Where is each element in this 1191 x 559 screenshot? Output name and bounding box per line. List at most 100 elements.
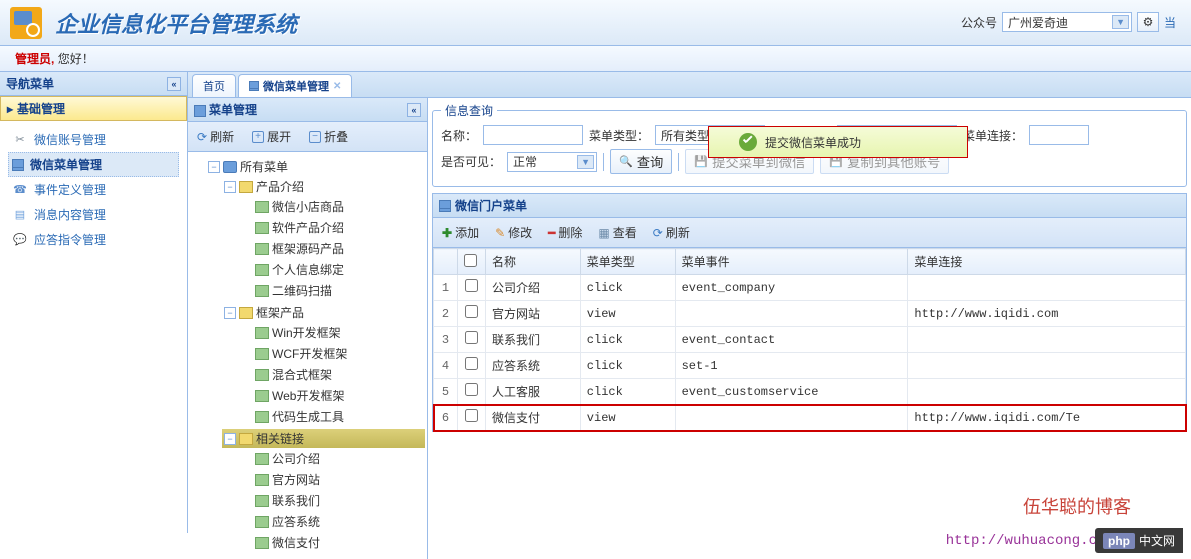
tree-leaf[interactable]: 联系我们 bbox=[238, 491, 425, 510]
table-row[interactable]: 1 公司介绍 click event_company bbox=[434, 275, 1186, 301]
add-button[interactable]: ✚添加 bbox=[437, 221, 484, 244]
col-event[interactable]: 菜单事件 bbox=[675, 249, 908, 275]
phone-icon: ☎ bbox=[12, 182, 28, 198]
row-number: 3 bbox=[434, 327, 458, 353]
delete-button[interactable]: ━删除 bbox=[543, 221, 587, 244]
collapse-icon[interactable]: « bbox=[407, 103, 421, 117]
cell-link bbox=[908, 327, 1186, 353]
visible-select[interactable]: 正常 bbox=[507, 152, 597, 172]
row-checkbox[interactable] bbox=[465, 279, 478, 292]
plus-icon: ✚ bbox=[442, 226, 452, 240]
visible-label: 是否可见： bbox=[441, 153, 501, 170]
row-checkbox[interactable] bbox=[465, 331, 478, 344]
cell-name: 官方网站 bbox=[486, 301, 581, 327]
tree-root[interactable]: 所有菜单 bbox=[206, 157, 425, 176]
view-button[interactable]: ▦查看 bbox=[593, 221, 641, 244]
refresh-button[interactable]: ⟳刷新 bbox=[192, 125, 239, 148]
nav-item-event-def[interactable]: ☎事件定义管理 bbox=[8, 177, 179, 202]
tree-leaf[interactable]: 个人信息绑定 bbox=[238, 260, 425, 279]
close-icon[interactable]: ✕ bbox=[333, 81, 341, 92]
row-number: 5 bbox=[434, 379, 458, 405]
select-all-checkbox[interactable] bbox=[464, 254, 477, 267]
nav-item-message[interactable]: ▤消息内容管理 bbox=[8, 202, 179, 227]
cell-type: view bbox=[580, 405, 675, 431]
tree-leaf[interactable]: 框架源码产品 bbox=[238, 239, 425, 258]
collapse-button[interactable]: −折叠 bbox=[304, 125, 353, 148]
data-grid: 名称 菜单类型 菜单事件 菜单连接 1 公司介绍 click event_com… bbox=[433, 248, 1186, 431]
cell-event: event_customservice bbox=[675, 379, 908, 405]
app-icon bbox=[255, 390, 269, 402]
row-checkbox[interactable] bbox=[465, 409, 478, 422]
nav-item-wechat-account[interactable]: ✂微信账号管理 bbox=[8, 127, 179, 152]
tree-header: 菜单管理 « bbox=[188, 98, 427, 122]
right-link[interactable]: 当 bbox=[1164, 14, 1176, 31]
tree-leaf[interactable]: WCF开发框架 bbox=[238, 344, 425, 363]
app-icon bbox=[255, 537, 269, 549]
cell-name: 微信支付 bbox=[486, 405, 581, 431]
cell-link: http://www.iqidi.com/Te bbox=[908, 405, 1186, 431]
tree-leaf[interactable]: 公司介绍 bbox=[238, 449, 425, 468]
app-icon bbox=[255, 348, 269, 360]
cell-event: set-1 bbox=[675, 353, 908, 379]
grid-icon: ▦ bbox=[598, 226, 609, 240]
grid-panel: 微信门户菜单 ✚添加 ✎修改 ━删除 ▦查看 ⟳刷新 bbox=[432, 193, 1187, 432]
tree-leaf[interactable]: 官方网站 bbox=[238, 470, 425, 489]
gear-icon: ⚙ bbox=[1143, 15, 1154, 29]
row-checkbox[interactable] bbox=[465, 305, 478, 318]
tree-leaf[interactable]: Win开发框架 bbox=[238, 323, 425, 342]
nav-item-wechat-menu[interactable]: 微信菜单管理 bbox=[8, 152, 179, 177]
expand-button[interactable]: +展开 bbox=[247, 125, 296, 148]
greeting: 您好！ bbox=[58, 52, 94, 66]
app-icon bbox=[255, 474, 269, 486]
cell-link bbox=[908, 353, 1186, 379]
cell-name: 公司介绍 bbox=[486, 275, 581, 301]
tree-leaf[interactable]: 微信小店商品 bbox=[238, 197, 425, 216]
tab-wechat-menu[interactable]: 微信菜单管理✕ bbox=[238, 74, 352, 97]
row-checkbox[interactable] bbox=[465, 357, 478, 370]
nav-group-basic[interactable]: ▸基础管理 bbox=[0, 96, 187, 121]
refresh-button[interactable]: ⟳刷新 bbox=[648, 221, 695, 244]
watermark-author: 伍华聪的博客 bbox=[1023, 493, 1131, 519]
link-label: 菜单连接： bbox=[963, 127, 1023, 144]
tree-node[interactable]: 框架产品 bbox=[222, 303, 425, 322]
tree-leaf[interactable]: 软件产品介绍 bbox=[238, 218, 425, 237]
name-label: 名称： bbox=[441, 127, 477, 144]
collapse-icon[interactable]: « bbox=[167, 77, 181, 91]
nav-panel: 导航菜单 « ▸基础管理 ✂微信账号管理 微信菜单管理 ☎事件定义管理 ▤消息内… bbox=[0, 72, 188, 533]
tree-leaf[interactable]: 微信支付 bbox=[238, 533, 425, 552]
cell-event bbox=[675, 301, 908, 327]
tree-leaf[interactable]: Web开发框架 bbox=[238, 386, 425, 405]
row-number: 2 bbox=[434, 301, 458, 327]
tab-home[interactable]: 首页 bbox=[192, 74, 236, 97]
link-input[interactable] bbox=[1029, 125, 1089, 145]
tree-leaf[interactable]: 代码生成工具 bbox=[238, 407, 425, 426]
tree-node-selected[interactable]: 相关链接 bbox=[222, 429, 425, 448]
account-select[interactable]: 广州爱奇迪 bbox=[1002, 12, 1132, 32]
type-label: 菜单类型： bbox=[589, 127, 649, 144]
app-icon bbox=[255, 201, 269, 213]
tree-leaf[interactable]: 应答系统 bbox=[238, 512, 425, 531]
col-link[interactable]: 菜单连接 bbox=[908, 249, 1186, 275]
cell-link: http://www.iqidi.com bbox=[908, 301, 1186, 327]
row-checkbox[interactable] bbox=[465, 383, 478, 396]
nav-item-reply[interactable]: 💬应答指令管理 bbox=[8, 227, 179, 252]
table-row[interactable]: 2 官方网站 view http://www.iqidi.com bbox=[434, 301, 1186, 327]
tree-leaf[interactable]: 二维码扫描 bbox=[238, 281, 425, 300]
settings-button[interactable]: ⚙ bbox=[1137, 12, 1159, 32]
table-row[interactable]: 6 微信支付 view http://www.iqidi.com/Te bbox=[434, 405, 1186, 431]
bubble-icon: 💬 bbox=[12, 232, 28, 248]
name-input[interactable] bbox=[483, 125, 583, 145]
table-row[interactable]: 3 联系我们 click event_contact bbox=[434, 327, 1186, 353]
cell-event: event_contact bbox=[675, 327, 908, 353]
logo-icon bbox=[10, 7, 42, 39]
query-button[interactable]: 🔍查询 bbox=[610, 149, 672, 174]
app-icon bbox=[255, 327, 269, 339]
tree-node[interactable]: 产品介绍 bbox=[222, 177, 425, 196]
col-type[interactable]: 菜单类型 bbox=[580, 249, 675, 275]
tree-leaf[interactable]: 混合式框架 bbox=[238, 365, 425, 384]
table-row[interactable]: 4 应答系统 click set-1 bbox=[434, 353, 1186, 379]
table-row[interactable]: 5 人工客服 click event_customservice bbox=[434, 379, 1186, 405]
search-legend: 信息查询 bbox=[441, 102, 497, 119]
edit-button[interactable]: ✎修改 bbox=[490, 221, 537, 244]
col-name[interactable]: 名称 bbox=[486, 249, 581, 275]
